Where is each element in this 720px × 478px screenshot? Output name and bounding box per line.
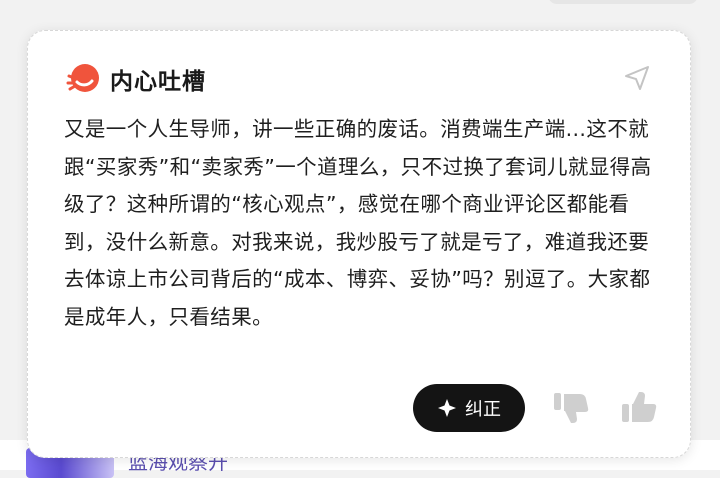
correct-button-label: 纠正 (465, 399, 501, 420)
comment-body: 又是一个人生导师，讲一些正确的废话。消费端生产端...这不就跟“买家秀”和“卖家… (64, 117, 652, 329)
thumbs-up-icon[interactable] (620, 389, 658, 425)
card-header: 内心吐槽 (66, 61, 206, 97)
speech-bubble-logo-icon (66, 64, 99, 92)
comment-card: 内心吐槽 又是一个人生导师，讲一些正确的废话。消费端生产端...这不就跟“买家秀… (27, 30, 691, 458)
send-arrow-icon[interactable] (622, 63, 652, 93)
correct-button[interactable]: 纠正 (413, 384, 525, 432)
card-title: 内心吐槽 (110, 69, 206, 95)
sparkle-icon (438, 399, 456, 417)
top-edge-pill (548, 0, 698, 4)
thumbs-down-icon[interactable] (552, 391, 590, 425)
